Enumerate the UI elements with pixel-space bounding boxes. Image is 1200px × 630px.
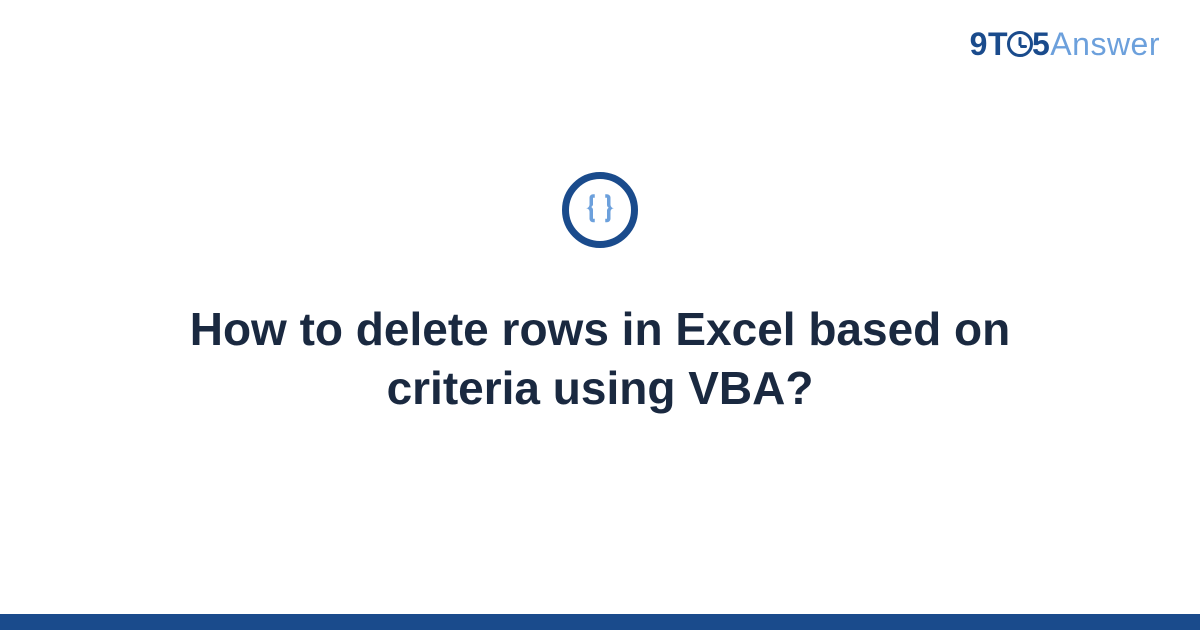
braces-svg (579, 189, 621, 231)
footer-accent-bar (0, 614, 1200, 630)
question-title: How to delete rows in Excel based on cri… (100, 300, 1100, 418)
category-icon-wrapper (562, 172, 638, 248)
code-braces-icon (562, 172, 638, 248)
main-content: How to delete rows in Excel based on cri… (0, 0, 1200, 630)
